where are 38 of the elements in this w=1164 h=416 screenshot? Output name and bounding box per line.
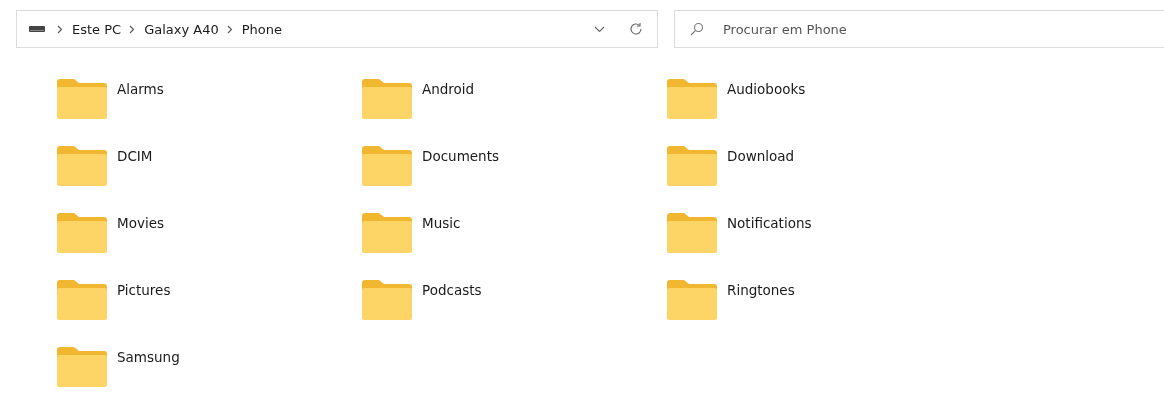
folder-icon[interactable] [666,78,718,120]
folder-name[interactable]: Movies [117,215,164,231]
folder-icon[interactable] [56,279,108,321]
folder-name[interactable]: Music [422,215,461,231]
folder-icon[interactable] [361,145,413,187]
breadcrumb[interactable]: Phone [241,21,282,37]
folder-icon[interactable] [56,78,108,120]
refresh-icon[interactable] [629,22,643,36]
search-field[interactable]: Procurar em Phone [674,10,1164,48]
drive-icon [29,25,45,33]
folder-name[interactable]: Ringtones [727,282,795,298]
search-icon [690,22,704,36]
breadcrumb[interactable]: Este PC [72,21,122,37]
folder-name[interactable]: Pictures [117,282,171,298]
folder-name[interactable]: Download [727,148,795,164]
folder-icon[interactable] [361,78,413,120]
folder-name[interactable]: DCIM [117,148,153,164]
folder-icon[interactable] [666,145,718,187]
folder-name[interactable]: Alarms [117,81,164,97]
folder-icon[interactable] [56,145,108,187]
chevron-icon [129,24,136,34]
folder-name[interactable]: Documents [422,148,499,164]
chevron-icon [57,24,63,34]
folder-name[interactable]: Android [422,81,475,97]
folder-name[interactable]: Samsung [117,349,180,365]
folder-name[interactable]: Notifications [727,215,812,231]
chevron-icon [226,24,233,34]
dropdown-icon[interactable] [594,25,605,33]
folder-icon[interactable] [56,212,108,254]
folder-icon[interactable] [666,212,718,254]
folder-name[interactable]: Podcasts [422,282,482,298]
folder-icon[interactable] [361,212,413,254]
folder-icon[interactable] [56,346,108,388]
folder-name[interactable]: Audiobooks [727,81,806,97]
folder-icon[interactable] [666,279,718,321]
address-bar[interactable]: Este PC Galaxy A40 Phone [16,10,658,48]
breadcrumb[interactable]: Galaxy A40 [144,21,219,37]
folder-icon[interactable] [361,279,413,321]
